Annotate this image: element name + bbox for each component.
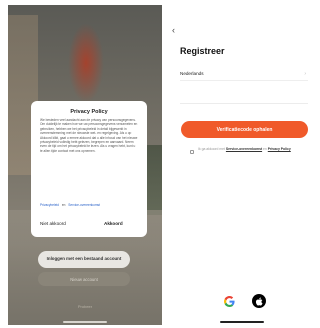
- get-verification-code-button[interactable]: Verificatiecode ophalen: [181, 121, 308, 138]
- page-title: Registreer: [180, 46, 225, 56]
- agree-and: en: [263, 147, 267, 151]
- decline-button[interactable]: Niet akkoord: [40, 221, 66, 226]
- background-photo-lamp: [68, 23, 104, 103]
- service-agreement-link[interactable]: Service-overeenkomst: [68, 203, 100, 207]
- home-indicator: [220, 321, 264, 323]
- agree-checkbox[interactable]: [190, 150, 194, 154]
- agree-prefix: Ik ga akkoord met: [198, 147, 225, 151]
- apple-icon[interactable]: [252, 294, 266, 308]
- accept-button[interactable]: Akkoord: [104, 221, 123, 226]
- back-chevron-icon[interactable]: ‹: [172, 25, 175, 35]
- privacy-policy-link[interactable]: Privacy Policy: [268, 147, 291, 151]
- right-phone-screen: ‹ Registreer Nederlands › Verificatiecod…: [170, 5, 310, 325]
- agreement-text: Ik ga akkoord met Service-overeenkomst e…: [198, 147, 308, 152]
- new-account-button[interactable]: Nieuw account: [38, 272, 130, 286]
- home-indicator: [63, 321, 107, 323]
- google-icon[interactable]: [223, 295, 235, 307]
- privacy-policy-link[interactable]: Privacybeleid: [40, 203, 59, 207]
- try-out-link[interactable]: Probeer: [8, 304, 162, 309]
- country-value: Nederlands: [180, 71, 204, 76]
- country-select[interactable]: Nederlands ›: [180, 71, 308, 81]
- email-input[interactable]: [180, 103, 308, 104]
- left-phone-screen: Privacy Policy We besteden veel aandacht…: [8, 5, 162, 325]
- dialog-body-text: We besteden veel aandacht aan de privacy…: [40, 118, 138, 153]
- login-existing-account-button[interactable]: Inloggen met een bestaand account: [38, 251, 130, 268]
- links-and-text: en: [61, 203, 66, 207]
- dialog-title: Privacy Policy: [70, 109, 108, 115]
- privacy-policy-dialog: Privacy Policy We besteden veel aandacht…: [31, 101, 147, 237]
- service-agreement-link[interactable]: Service-overeenkomst: [226, 147, 262, 151]
- dialog-links: Privacybeleid en Service-overeenkomst: [40, 203, 102, 207]
- chevron-right-icon: ›: [304, 71, 306, 77]
